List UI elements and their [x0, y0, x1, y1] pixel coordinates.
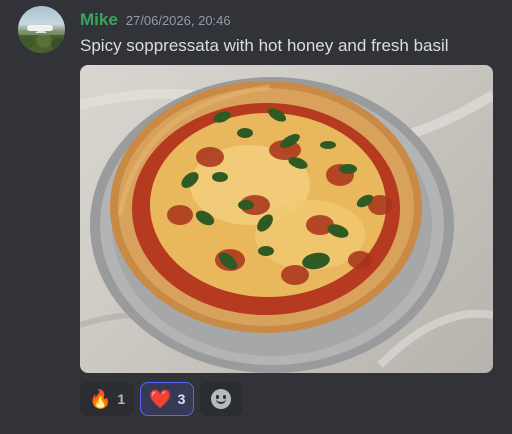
- reaction-count: 1: [117, 391, 126, 407]
- author-name[interactable]: Mike: [80, 10, 118, 30]
- smiley-mouth: [216, 399, 227, 404]
- pizza-image: [80, 77, 493, 373]
- avatar[interactable]: [18, 6, 65, 53]
- reaction-fire[interactable]: 🔥 1: [80, 382, 135, 416]
- message-header: Mike 27/06/2026, 20:46: [80, 10, 231, 30]
- message-timestamp: 27/06/2026, 20:46: [125, 13, 231, 28]
- chat-message: Mike 27/06/2026, 20:46 Spicy soppressata…: [0, 0, 512, 434]
- reaction-bar: 🔥 1 ❤️ 3: [80, 382, 243, 416]
- add-reaction-button[interactable]: [200, 382, 243, 416]
- image-attachment[interactable]: [80, 65, 493, 373]
- reaction-heart[interactable]: ❤️ 3: [140, 382, 195, 416]
- avatar-plane: [27, 25, 53, 31]
- fire-emoji-icon: 🔥: [89, 389, 112, 409]
- avatar-trees: [18, 35, 65, 53]
- heart-emoji-icon: ❤️: [149, 389, 172, 409]
- message-text: Spicy soppressata with hot honey and fre…: [80, 36, 449, 55]
- smiley-add-reaction-icon: [211, 389, 232, 409]
- reaction-count: 3: [177, 391, 186, 407]
